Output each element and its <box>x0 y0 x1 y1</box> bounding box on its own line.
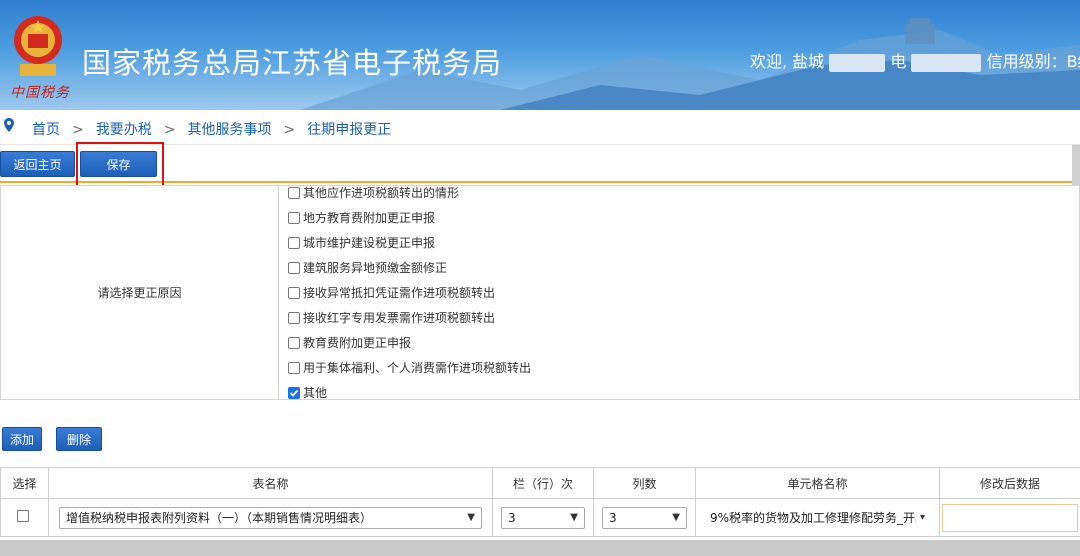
reason-option[interactable]: 其他应作进项税额转出的情形 <box>288 180 531 205</box>
column-header-row-no: 栏（行）次 <box>492 467 594 499</box>
redacted-block <box>829 53 886 72</box>
location-pin-icon <box>4 118 14 132</box>
add-button[interactable]: 添加 <box>2 427 42 451</box>
checkbox[interactable] <box>288 211 300 224</box>
correction-table: 选择 表名称 栏（行）次 列数 单元格名称 修改后数据 增值税纳税申报表附列资料… <box>0 467 1080 537</box>
breadcrumb-trail: 首页 > 我要办税 > 其他服务事项 > 往期申报更正 <box>32 119 391 139</box>
chevron-down-icon: ▼ <box>467 512 475 523</box>
breadcrumb-separator: > <box>283 122 296 138</box>
correction-reason-label: 请选择更正原因 <box>1 186 279 399</box>
welcome-prefix: 欢迎, 盐城 <box>750 52 825 71</box>
chevron-down-icon: ▼ <box>672 512 680 523</box>
breadcrumb-home[interactable]: 首页 <box>32 122 60 138</box>
checkbox[interactable] <box>288 186 300 199</box>
col-no-cell: 3 ▼ <box>593 498 696 537</box>
column-header-col-no: 列数 <box>593 467 696 499</box>
redacted-block <box>911 53 982 72</box>
breadcrumb: 首页 > 我要办税 > 其他服务事项 > 往期申报更正 <box>0 110 1080 145</box>
delete-button[interactable]: 删除 <box>56 427 102 451</box>
row-no-value: 3 <box>508 510 516 525</box>
table-row: 增值税纳税申报表附列资料（一）（本期销售情况明细表） ▼ 3 ▼ 3 ▼ 9%税率的货… <box>0 498 1080 537</box>
reason-option[interactable]: 接收异常抵扣凭证需作进项税额转出 <box>288 280 531 305</box>
checkmark-icon <box>289 389 299 397</box>
breadcrumb-tax-handling[interactable]: 我要办税 <box>96 122 152 138</box>
column-header-cell-name: 单元格名称 <box>695 467 940 499</box>
welcome-mid: 电 <box>890 52 907 71</box>
new-value-cell <box>939 498 1080 537</box>
breadcrumb-separator: > <box>72 122 84 138</box>
site-title: 国家税务总局江苏省电子税务局 <box>82 46 503 80</box>
new-value-input[interactable] <box>942 503 1078 532</box>
breadcrumb-current[interactable]: 往期申报更正 <box>307 122 391 138</box>
row-no-select[interactable]: 3 ▼ <box>501 506 585 529</box>
checkbox[interactable] <box>288 261 300 274</box>
tax-emblem-logo <box>14 16 62 76</box>
column-header-new-value: 修改后数据 <box>939 467 1080 499</box>
row-select-cell <box>0 498 49 537</box>
reason-option-label: 其他 <box>303 386 328 400</box>
chevron-down-icon: ▾ <box>919 512 925 523</box>
reason-option[interactable]: 用于集体福利、个人消费需作进项税额转出 <box>288 355 531 380</box>
column-header-select: 选择 <box>0 467 49 499</box>
column-header-form-name: 表名称 <box>48 467 493 499</box>
checkbox[interactable] <box>288 336 300 349</box>
back-home-button[interactable]: 返回主页 <box>0 151 75 177</box>
horizontal-scrollbar[interactable] <box>0 540 1080 556</box>
checkbox[interactable] <box>288 286 300 299</box>
checkbox[interactable] <box>288 311 300 324</box>
reason-options: 其他应作进项税额转出的情形 地方教育费附加更正申报 城市维护建设税更正申报 建筑… <box>288 180 531 405</box>
reason-option-label: 用于集体福利、个人消费需作进项税额转出 <box>303 361 532 375</box>
form-name-select[interactable]: 增值税纳税申报表附列资料（一）（本期销售情况明细表） ▼ <box>59 506 482 529</box>
checked-checkbox[interactable] <box>288 386 300 399</box>
table-header-row: 选择 表名称 栏（行）次 列数 单元格名称 修改后数据 <box>0 467 1080 499</box>
row-no-cell: 3 ▼ <box>492 498 594 537</box>
col-no-value: 3 <box>609 510 617 525</box>
checkbox[interactable] <box>288 361 300 374</box>
form-name-value: 增值税纳税申报表附列资料（一）（本期销售情况明细表） <box>66 511 373 525</box>
correction-reason-panel: 请选择更正原因 其他应作进项税额转出的情形 地方教育费附加更正申报 城市维护建设… <box>0 185 1080 400</box>
credit-level: 信用级别：B级 <box>986 52 1080 71</box>
emblem-caption: 中国税务 <box>10 85 70 101</box>
col-no-select[interactable]: 3 ▼ <box>602 506 687 529</box>
reason-option-label: 城市维护建设税更正申报 <box>303 236 436 250</box>
welcome-text: 欢迎, 盐城 电 信用级别：B级 | 关 <box>750 48 1080 72</box>
chevron-down-icon: ▼ <box>570 512 578 523</box>
form-name-cell: 增值税纳税申报表附列资料（一）（本期销售情况明细表） ▼ <box>48 498 493 537</box>
reason-option[interactable]: 建筑服务异地预缴金额修正 <box>288 255 531 280</box>
reason-option-label: 建筑服务异地预缴金额修正 <box>303 261 448 275</box>
reason-option[interactable]: 城市维护建设税更正申报 <box>288 230 531 255</box>
cell-name-select[interactable]: 9%税率的货物及加工修理修配劳务_开具其▾ <box>704 506 931 529</box>
reason-option-label: 接收异常抵扣凭证需作进项税额转出 <box>303 286 496 300</box>
header-banner: 中国税务 国家税务总局江苏省电子税务局 欢迎, 盐城 电 信用级别：B级 | 关 <box>0 0 1080 110</box>
cell-name-cell: 9%税率的货物及加工修理修配劳务_开具其▾ <box>695 498 940 537</box>
cell-name-value: 9%税率的货物及加工修理修配劳务_开具其 <box>710 511 916 525</box>
row-checkbox[interactable] <box>17 510 29 522</box>
reason-option[interactable]: 地方教育费附加更正申报 <box>288 205 531 230</box>
checkbox[interactable] <box>288 236 300 249</box>
breadcrumb-separator: > <box>163 122 176 138</box>
reason-option-label: 接收红字专用发票需作进项税额转出 <box>303 311 496 325</box>
reason-option-label: 地方教育费附加更正申报 <box>303 211 436 225</box>
reason-option-label: 其他应作进项税额转出的情形 <box>303 186 460 200</box>
breadcrumb-other-services[interactable]: 其他服务事项 <box>187 122 271 138</box>
reason-option[interactable]: 教育费附加更正申报 <box>288 330 531 355</box>
reason-option[interactable]: 接收红字专用发票需作进项税额转出 <box>288 305 531 330</box>
reason-option-label: 教育费附加更正申报 <box>303 336 412 350</box>
save-highlight-box <box>76 142 164 188</box>
reason-option[interactable]: 其他 <box>288 380 531 405</box>
